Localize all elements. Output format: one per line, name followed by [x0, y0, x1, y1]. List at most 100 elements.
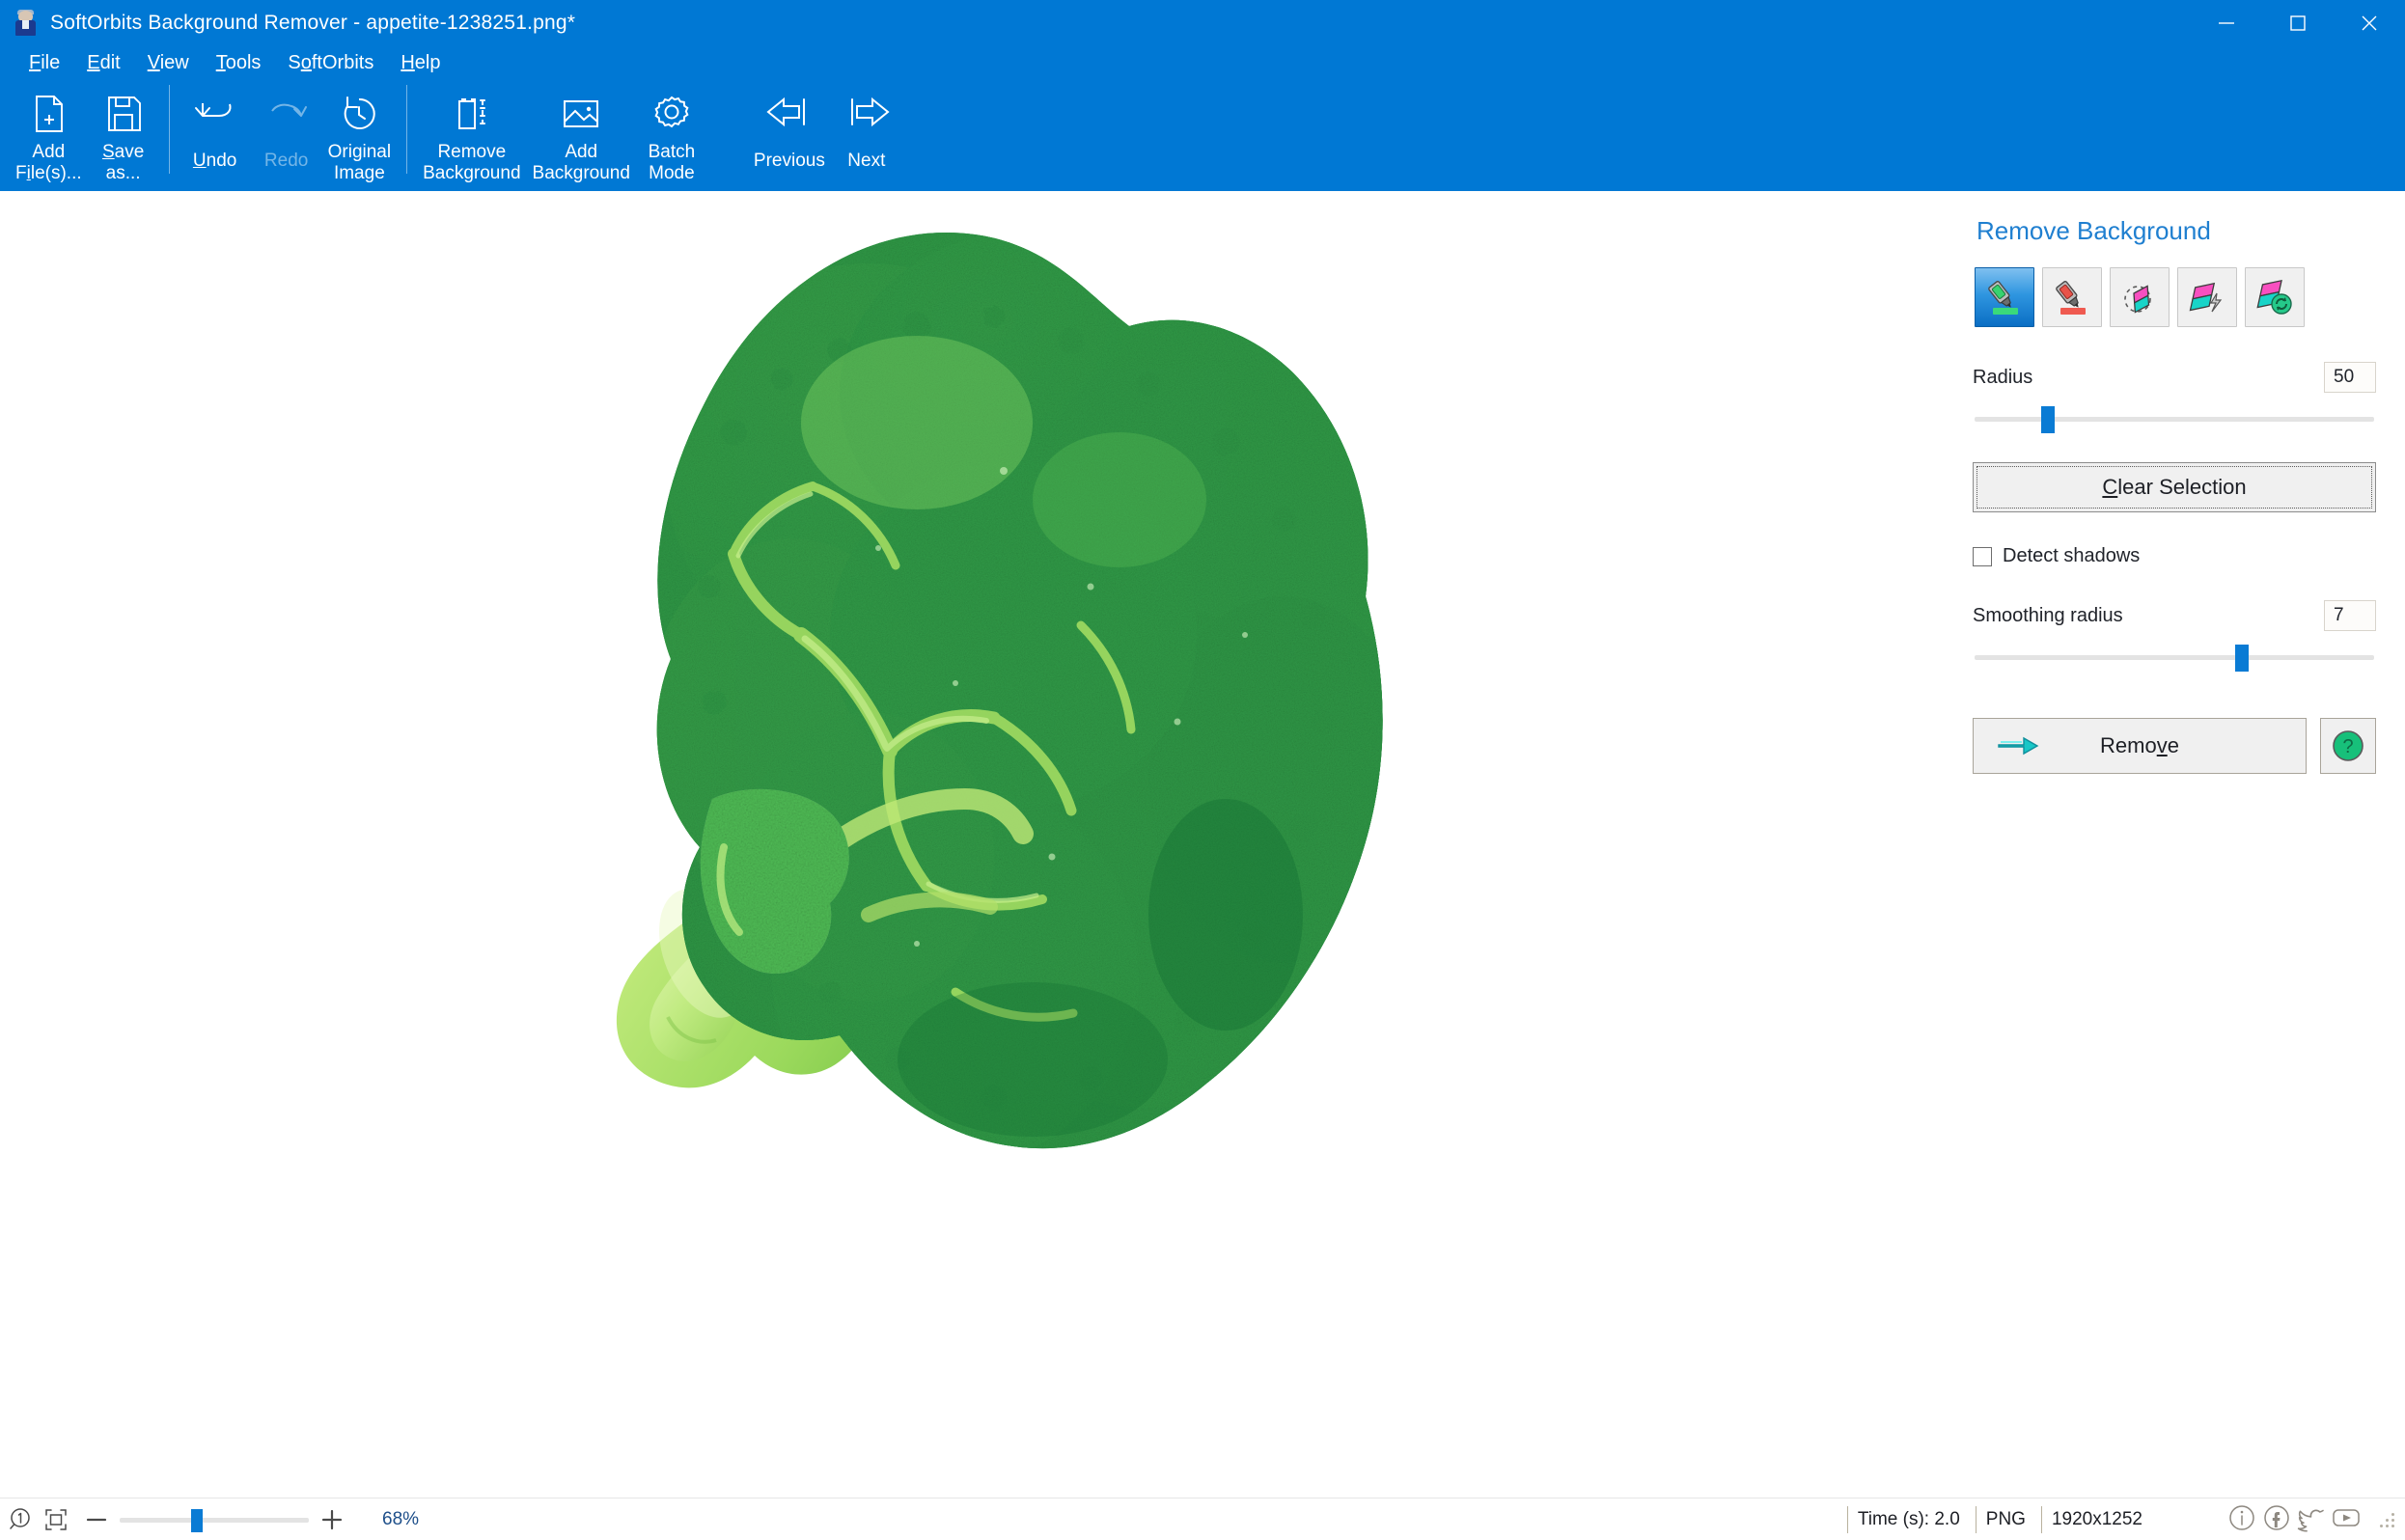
- svg-text:?: ?: [2342, 736, 2353, 757]
- toolbar-separator-2: [406, 85, 408, 174]
- batch-mode-label: Batch Mode: [648, 142, 696, 183]
- workspace: Remove Background Radius 50 Clear Select…: [0, 191, 2405, 1498]
- eraser-tool-button[interactable]: [2110, 267, 2170, 327]
- close-icon[interactable]: [2334, 0, 2405, 46]
- magic-wand-icon: [2189, 282, 2223, 313]
- smoothing-radius-slider-thumb[interactable]: [2234, 645, 2249, 672]
- image-canvas-area[interactable]: [0, 191, 1944, 1498]
- radius-label: Radius: [1973, 366, 2033, 388]
- remove-background-label: Remove Background: [423, 142, 521, 183]
- fit-to-screen-icon[interactable]: [42, 1506, 69, 1533]
- add-background-button[interactable]: Add Background: [527, 79, 636, 185]
- smoothing-radius-field-row: Smoothing radius 7: [1973, 600, 2376, 631]
- red-marker-tool-button[interactable]: [2042, 267, 2102, 327]
- original-image-label: Original Image: [327, 142, 392, 183]
- info-icon[interactable]: [2225, 1501, 2258, 1539]
- previous-button[interactable]: Previous: [748, 79, 831, 185]
- status-time: Time (s): 2.0: [1846, 1506, 1976, 1533]
- save-icon: [101, 87, 146, 141]
- toolbar-separator-1: [168, 85, 170, 174]
- title-bar: SoftOrbits Background Remover - appetite…: [0, 0, 2405, 46]
- green-marker-tool-button[interactable]: [1975, 267, 2034, 327]
- menu-file-rest: ile: [41, 51, 61, 73]
- window-controls: [2191, 0, 2405, 46]
- menu-softorbits-a: S: [288, 51, 301, 73]
- help-button[interactable]: ?: [2320, 718, 2376, 774]
- image-page[interactable]: [0, 191, 1944, 1498]
- previous-label: Previous: [753, 151, 825, 171]
- save-as-label: Save as...: [101, 142, 145, 183]
- smoothing-radius-value-input[interactable]: 7: [2324, 600, 2376, 631]
- twitter-icon[interactable]: [2295, 1501, 2328, 1539]
- add-background-icon: [558, 87, 604, 141]
- original-image-button[interactable]: Original Image: [322, 79, 397, 185]
- add-files-button[interactable]: Add File(s)...: [10, 79, 88, 185]
- green-marker-icon: [1988, 281, 2018, 315]
- magic-wand-tool-button[interactable]: [2177, 267, 2237, 327]
- zoom-in-button[interactable]: [313, 1507, 351, 1532]
- radius-field-row: Radius 50: [1973, 362, 2376, 393]
- redo-label: Redo: [263, 151, 309, 171]
- menu-bar: File Edit View Tools SoftOrbits Help: [0, 46, 2405, 79]
- maximize-icon[interactable]: [2262, 0, 2334, 46]
- undo-button[interactable]: Undo: [180, 79, 251, 185]
- next-button[interactable]: Next: [831, 79, 902, 185]
- redo-button[interactable]: Redo: [251, 79, 322, 185]
- remove-background-panel: Remove Background Radius 50 Clear Select…: [1944, 191, 2405, 1498]
- broccoli-image: [415, 191, 1650, 1436]
- eraser-icon: [2124, 285, 2151, 314]
- undo-label: Undo: [192, 151, 237, 171]
- menu-item-help[interactable]: Help: [387, 50, 454, 76]
- menu-item-view[interactable]: View: [134, 50, 203, 76]
- window-title: SoftOrbits Background Remover - appetite…: [50, 12, 576, 34]
- menu-view-rest: iew: [159, 51, 189, 73]
- help-question-icon: ?: [2333, 730, 2364, 761]
- clear-selection-button[interactable]: Clear Selection: [1973, 462, 2376, 512]
- remove-background-button[interactable]: Remove Background: [417, 79, 526, 185]
- gear-icon: [650, 87, 694, 141]
- add-background-label: Add Background: [532, 142, 630, 183]
- remove-button-label: Remove: [2100, 733, 2179, 757]
- facebook-icon[interactable]: [2260, 1501, 2293, 1539]
- application-window: SoftOrbits Background Remover - appetite…: [0, 0, 2405, 1540]
- smoothing-radius-slider[interactable]: [1973, 639, 2376, 677]
- zoom-1-to-1-icon[interactable]: [8, 1506, 35, 1533]
- history-clock-icon: [337, 87, 381, 141]
- remove-button[interactable]: Remove: [1973, 718, 2307, 774]
- radius-slider[interactable]: [1973, 400, 2376, 439]
- zoom-slider-thumb[interactable]: [191, 1508, 204, 1532]
- add-files-label: Add File(s)...: [15, 142, 82, 183]
- radius-slider-thumb[interactable]: [2041, 406, 2056, 433]
- radius-value-input[interactable]: 50: [2324, 362, 2376, 393]
- detect-shadows-row[interactable]: Detect shadows: [1973, 545, 2376, 567]
- red-marker-icon: [2056, 281, 2086, 315]
- selection-tool-row: [1975, 267, 2376, 327]
- batch-mode-button[interactable]: Batch Mode: [636, 79, 707, 185]
- previous-arrow-icon: [762, 87, 816, 141]
- zoom-out-button[interactable]: [77, 1507, 116, 1532]
- detect-shadows-checkbox[interactable]: [1973, 546, 1992, 566]
- smoothing-radius-label: Smoothing radius: [1973, 604, 2123, 626]
- menu-item-file[interactable]: File: [15, 50, 73, 76]
- restore-selection-icon: [2256, 279, 2292, 315]
- restore-selection-tool-button[interactable]: [2245, 267, 2305, 327]
- detect-shadows-label: Detect shadows: [2003, 545, 2141, 566]
- status-format: PNG: [1975, 1506, 2041, 1533]
- menu-item-tools[interactable]: Tools: [203, 50, 275, 76]
- menu-softorbits-b: ftOrbits: [311, 51, 374, 73]
- resize-grip[interactable]: [2378, 1509, 2399, 1530]
- zoom-slider-track: [120, 1517, 309, 1523]
- youtube-icon[interactable]: [2330, 1501, 2363, 1539]
- menu-item-edit[interactable]: Edit: [73, 50, 133, 76]
- app-person-icon: [12, 9, 41, 38]
- add-file-icon: [26, 87, 70, 141]
- menu-edit-rest: dit: [99, 51, 121, 73]
- social-links: [2225, 1501, 2364, 1539]
- zoom-slider[interactable]: [120, 1507, 309, 1532]
- radius-slider-track: [1975, 417, 2374, 422]
- save-as-button[interactable]: Save as...: [88, 79, 159, 185]
- menu-item-softorbits[interactable]: SoftOrbits: [274, 50, 387, 76]
- minimize-icon[interactable]: [2191, 0, 2262, 46]
- status-dimensions: 1920x1252: [2040, 1506, 2158, 1533]
- next-arrow-icon: [840, 87, 894, 141]
